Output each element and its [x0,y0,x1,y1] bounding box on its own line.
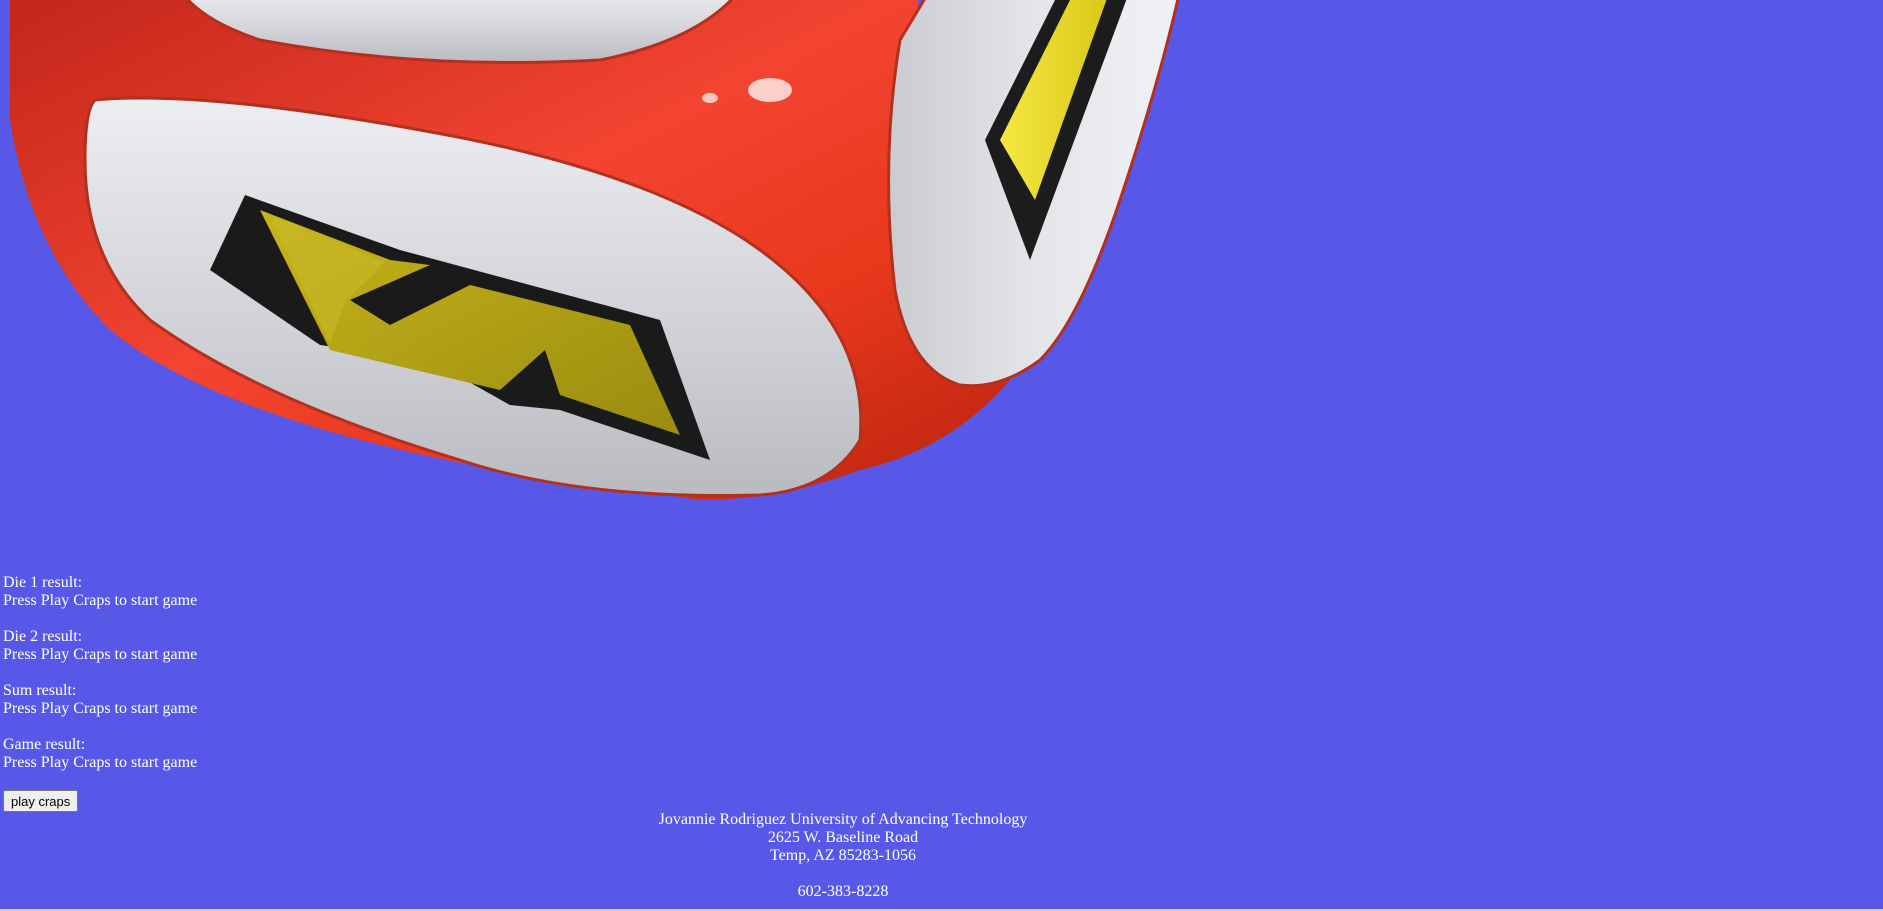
die1-result-value: Press Play Craps to start game [3,592,198,609]
die1-result-label: Die 1 result: [3,574,83,591]
die-icon [10,0,1180,500]
die2-result-label: Die 2 result: [3,628,83,645]
dice-hero-image [0,0,1180,520]
sum-result-label: Sum result: [3,682,77,699]
footer: Jovannie Rodriguez University of Advanci… [0,811,1686,901]
game-result-value: Press Play Craps to start game [3,754,198,771]
footer-city: Temp, AZ 85283-1056 [770,847,916,864]
die2-result-value: Press Play Craps to start game [3,646,198,663]
results-panel: Die 1 result: Press Play Craps to start … [3,574,197,790]
die1-result: Die 1 result: Press Play Craps to start … [3,574,197,610]
sum-result: Sum result: Press Play Craps to start ga… [3,682,197,718]
play-craps-button[interactable]: play craps [3,790,79,812]
game-result: Game result: Press Play Craps to start g… [3,736,197,772]
sum-result-value: Press Play Craps to start game [3,700,198,717]
footer-phone: 602-383-8228 [797,883,889,900]
footer-author: Jovannie Rodriguez University of Advanci… [658,811,1028,828]
die2-result: Die 2 result: Press Play Craps to start … [3,628,197,664]
footer-street: 2625 W. Baseline Road [767,829,919,846]
game-result-label: Game result: [3,736,86,753]
